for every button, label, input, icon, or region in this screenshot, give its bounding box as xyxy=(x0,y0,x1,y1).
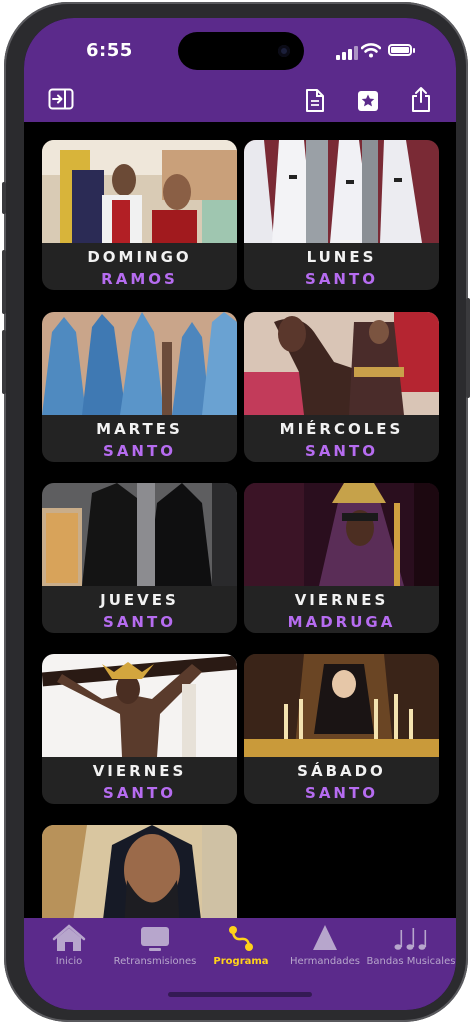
wifi-icon xyxy=(361,43,381,58)
tab-retransmisiones[interactable]: Retransmisiones xyxy=(112,918,198,978)
dynamic-island xyxy=(178,32,304,70)
tab-label: Programa xyxy=(213,956,269,967)
day-name: VIERNES xyxy=(92,762,187,780)
day-qualifier: SANTO xyxy=(305,270,378,288)
day-name: LUNES xyxy=(306,248,377,266)
screen: 6:55 DOMINGO RAMOS LUNES SANTO MARTES SA… xyxy=(24,18,456,1010)
procession-photo xyxy=(244,483,439,586)
days-grid: DOMINGO RAMOS LUNES SANTO MARTES SANTO M… xyxy=(40,140,440,918)
route-icon xyxy=(229,926,253,951)
volume-up-button xyxy=(2,250,6,314)
top-bar: 6:55 xyxy=(24,18,456,122)
procession-photo xyxy=(42,140,237,243)
day-qualifier: RAMOS xyxy=(101,270,178,288)
day-card-miercoles-santo[interactable]: MIÉRCOLES SANTO xyxy=(244,312,439,462)
day-qualifier: SANTO xyxy=(305,442,378,460)
volume-down-button xyxy=(2,330,6,394)
day-card-domingo-ramos[interactable]: DOMINGO RAMOS xyxy=(42,140,237,290)
procession-photo xyxy=(244,140,439,243)
day-qualifier: SANTO xyxy=(103,442,176,460)
document-icon[interactable] xyxy=(305,88,325,113)
share-icon[interactable] xyxy=(411,86,431,113)
day-name: DOMINGO xyxy=(87,248,192,266)
day-card-extra[interactable] xyxy=(42,825,237,918)
sidebar-toggle-icon[interactable] xyxy=(48,88,74,110)
tab-inicio[interactable]: Inicio xyxy=(26,918,112,978)
procession-photo xyxy=(42,825,237,918)
status-time: 6:55 xyxy=(86,40,133,61)
day-qualifier: SANTO xyxy=(103,613,176,631)
day-card-viernes-santo[interactable]: VIERNES SANTO xyxy=(42,654,237,804)
tab-label: Retransmisiones xyxy=(113,956,197,967)
signal-icon xyxy=(336,46,358,60)
cone-icon xyxy=(313,925,337,950)
battery-icon xyxy=(388,44,415,56)
day-card-martes-santo[interactable]: MARTES SANTO xyxy=(42,312,237,462)
procession-photo xyxy=(42,483,237,586)
tab-label: Hermandades xyxy=(290,956,360,967)
day-qualifier: MADRUGA xyxy=(287,613,396,631)
phone-frame: 6:55 DOMINGO RAMOS LUNES SANTO MARTES SA… xyxy=(2,2,470,1022)
tab-programa[interactable]: Programa xyxy=(198,918,284,978)
day-name: VIERNES xyxy=(294,591,389,609)
camera-icon xyxy=(278,45,290,57)
star-icon[interactable] xyxy=(357,90,379,112)
house-icon xyxy=(52,924,86,951)
tab-bandas-musicales[interactable]: Bandas Musicales xyxy=(367,918,455,978)
day-card-lunes-santo[interactable]: LUNES SANTO xyxy=(244,140,439,290)
home-indicator[interactable] xyxy=(168,992,312,997)
day-qualifier: SANTO xyxy=(103,784,176,802)
action-button xyxy=(2,182,6,214)
day-card-jueves-santo[interactable]: JUEVES SANTO xyxy=(42,483,237,633)
day-card-sabado-santo[interactable]: SÁBADO SANTO xyxy=(244,654,439,804)
procession-photo xyxy=(244,312,439,415)
tab-label: Inicio xyxy=(55,956,83,967)
procession-photo xyxy=(42,654,237,757)
procession-photo xyxy=(244,654,439,757)
tab-label: Bandas Musicales xyxy=(366,956,456,967)
day-name: MIÉRCOLES xyxy=(279,420,404,438)
music-notes-icon xyxy=(394,928,427,950)
day-name: JUEVES xyxy=(100,591,179,609)
day-card-viernes-madruga[interactable]: VIERNES MADRUGA xyxy=(244,483,439,633)
day-qualifier: SANTO xyxy=(305,784,378,802)
tab-hermandades[interactable]: Hermandades xyxy=(282,918,368,978)
tv-icon xyxy=(141,927,169,951)
day-name: SÁBADO xyxy=(297,762,386,780)
procession-photo xyxy=(42,312,237,415)
day-name: MARTES xyxy=(96,420,183,438)
power-button xyxy=(466,298,470,398)
